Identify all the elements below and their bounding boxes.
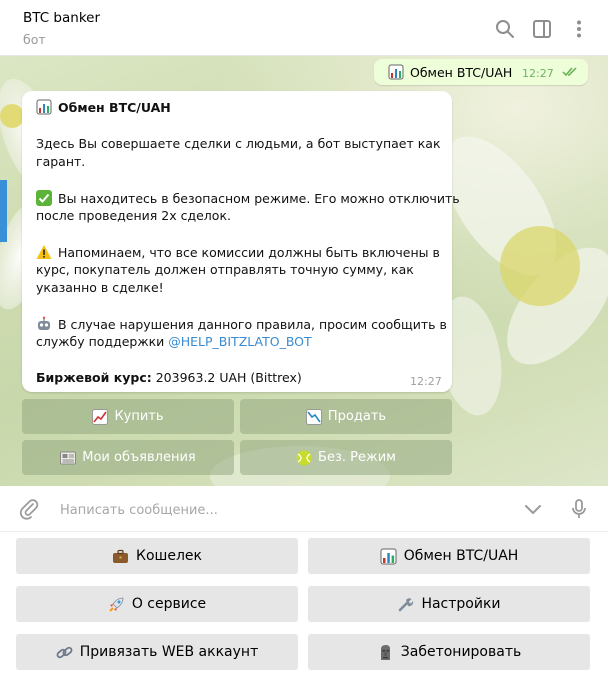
sell-button[interactable]: Продать (240, 399, 452, 434)
message-line: Здесь Вы совершаете сделки с людьми, а б… (36, 136, 441, 151)
microphone-icon[interactable] (568, 498, 590, 520)
support-link[interactable]: @HELP_BITZLATO_BOT (168, 334, 311, 349)
message-line: после проведения 2х сделок. (36, 208, 231, 223)
message-line: указанно в сделке! (36, 280, 164, 295)
check-mark-icon (36, 190, 52, 206)
more-vertical-icon[interactable] (568, 18, 590, 40)
bar-chart-icon (388, 64, 404, 80)
moai-icon (377, 644, 394, 661)
chat-header: BTC banker бот (0, 0, 608, 56)
tennis-ball-icon (296, 450, 312, 466)
message-line: В случае нарушения данного правила, прос… (36, 316, 447, 332)
outgoing-message[interactable]: Обмен BTC/UAH 12:27 (374, 59, 588, 85)
rate-value: 203963.2 UAH (Bittrex) (151, 370, 302, 385)
chart-down-icon (305, 408, 322, 425)
link-icon (56, 644, 73, 661)
rocket-icon (108, 596, 125, 613)
attach-icon[interactable] (18, 498, 40, 520)
search-icon[interactable] (494, 18, 516, 40)
link-web-account-button[interactable]: Привязать WEB аккаунт (16, 634, 298, 670)
double-check-icon (562, 67, 577, 77)
reply-keyboard: Кошелек Обмен BTC/UAH О сервисе Настройк… (0, 532, 608, 678)
message-line: Напоминаем, что все комиссии должны быть… (36, 244, 440, 260)
message-input[interactable] (58, 499, 502, 521)
chart-up-icon (92, 408, 109, 425)
message-line: Вы находитесь в безопасном режиме. Его м… (36, 190, 460, 206)
message-line: курс, покупатель должен отправлять точну… (36, 262, 414, 277)
warning-icon (36, 244, 52, 260)
briefcase-icon (112, 548, 129, 565)
buy-button[interactable]: Купить (22, 399, 234, 434)
chat-history[interactable]: Обмен BTC/UAH 12:27 Обмен BTC/UAH Здесь … (0, 56, 608, 486)
message-line: гарант. (36, 154, 86, 169)
settings-button[interactable]: Настройки (308, 586, 590, 622)
chevron-down-icon[interactable] (522, 498, 544, 520)
chat-subtitle: бот (23, 32, 46, 47)
exchange-button[interactable]: Обмен BTC/UAH (308, 538, 590, 574)
freeze-button[interactable]: Забетонировать (308, 634, 590, 670)
message-time: 12:27 (410, 375, 442, 388)
newspaper-icon (60, 450, 77, 466)
sidebar-toggle-icon[interactable] (531, 18, 553, 40)
safe-mode-button[interactable]: Без. Режим (240, 440, 452, 475)
rate-line: Биржевой курс: 203963.2 UAH (Bittrex) (36, 370, 302, 385)
chat-title[interactable]: BTC banker (23, 10, 100, 26)
outgoing-text: Обмен BTC/UAH (410, 65, 513, 80)
outgoing-message-text: Обмен BTC/UAH (388, 64, 512, 80)
wallet-button[interactable]: Кошелек (16, 538, 298, 574)
message-title: Обмен BTC/UAH (36, 99, 171, 115)
bar-chart-icon (380, 548, 397, 565)
wrench-icon (397, 596, 414, 613)
robot-icon (36, 316, 52, 332)
message-line: службу поддержки @HELP_BITZLATO_BOT (36, 334, 312, 349)
bot-message[interactable]: Обмен BTC/UAH Здесь Вы совершаете сделки… (22, 91, 460, 392)
left-edge-accent (0, 180, 7, 242)
bar-chart-icon (36, 99, 52, 115)
about-service-button[interactable]: О сервисе (16, 586, 298, 622)
outgoing-time: 12:27 (522, 67, 554, 80)
my-ads-button[interactable]: Мои объявления (22, 440, 234, 475)
message-composer (0, 486, 608, 532)
rate-label: Биржевой курс: (36, 370, 152, 385)
